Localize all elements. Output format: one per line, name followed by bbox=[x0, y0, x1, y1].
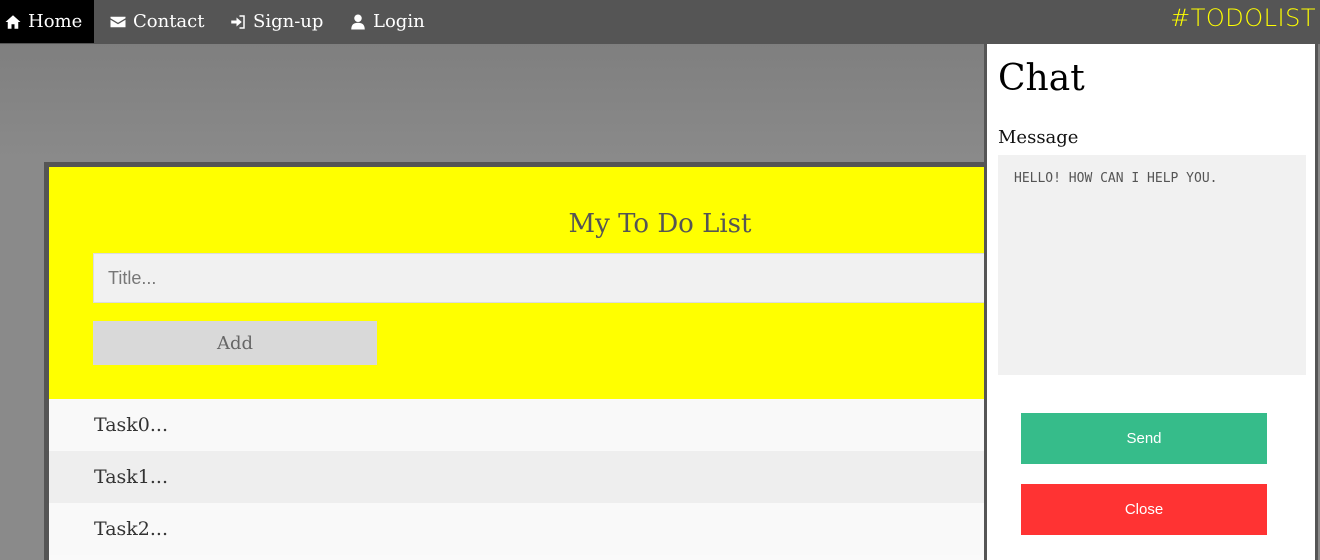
todo-card: My To Do List Add Task0... Task1... Task… bbox=[44, 162, 1053, 560]
nav-contact-link[interactable]: Contact bbox=[109, 0, 204, 43]
user-icon bbox=[349, 13, 367, 31]
send-button[interactable]: Send bbox=[1021, 413, 1267, 464]
add-task-button[interactable]: Add bbox=[93, 321, 377, 365]
chat-panel: Chat Message Send Close bbox=[984, 44, 1318, 560]
page: Home Contact Sign-up Login #TODOLIST My … bbox=[0, 0, 1320, 560]
top-navbar: Home Contact Sign-up Login #TODOLIST bbox=[0, 0, 1320, 44]
envelope-icon bbox=[109, 13, 127, 31]
message-textarea[interactable] bbox=[998, 155, 1306, 375]
sign-in-icon bbox=[229, 13, 247, 31]
nav-contact-label: Contact bbox=[133, 11, 205, 32]
close-button[interactable]: Close bbox=[1021, 484, 1267, 535]
task-title-input[interactable] bbox=[93, 253, 1053, 303]
home-icon bbox=[4, 13, 22, 31]
task-item[interactable]: Task0... bbox=[49, 399, 1044, 451]
task-item[interactable]: Task2... bbox=[49, 503, 1044, 555]
brand-logo-text: #TODOLIST bbox=[1170, 4, 1316, 32]
chat-title: Chat bbox=[998, 58, 1085, 99]
nav-signup-link[interactable]: Sign-up bbox=[229, 0, 323, 43]
nav-login-link[interactable]: Login bbox=[349, 0, 425, 43]
message-label: Message bbox=[998, 127, 1079, 148]
nav-home-label: Home bbox=[28, 11, 83, 32]
task-item[interactable]: Task1... bbox=[49, 451, 1044, 503]
nav-login-label: Login bbox=[373, 11, 425, 32]
nav-home-link[interactable]: Home bbox=[0, 0, 94, 43]
todo-header: My To Do List Add bbox=[49, 167, 1053, 399]
nav-signup-label: Sign-up bbox=[253, 11, 324, 32]
